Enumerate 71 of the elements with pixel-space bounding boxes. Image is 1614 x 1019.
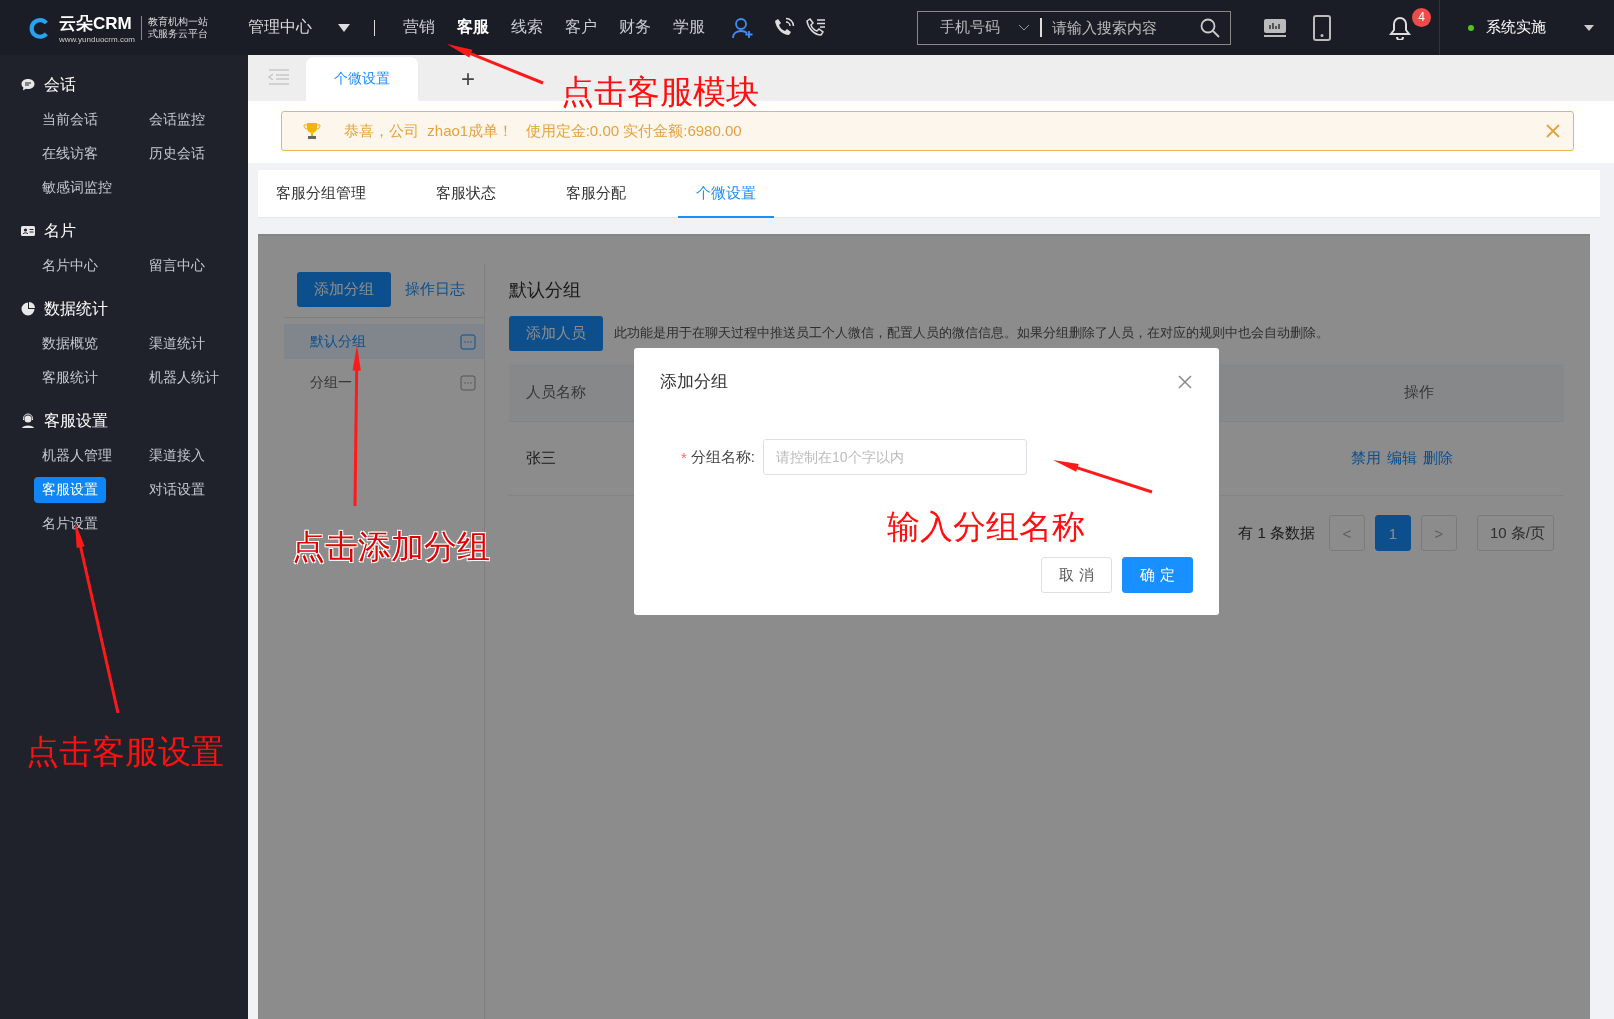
- menu-item[interactable]: 客服统计: [34, 365, 106, 391]
- logo-url: www.yunduocrm.com: [58, 34, 135, 44]
- menu-item[interactable]: 留言中心: [141, 253, 213, 279]
- sub-tab[interactable]: 客服分配: [566, 170, 644, 218]
- trophy-icon: [302, 121, 322, 141]
- menu-item[interactable]: 渠道统计: [141, 331, 213, 357]
- group-name-field[interactable]: 请控制在10个字以内: [763, 439, 1027, 475]
- section-title: 会话: [44, 74, 76, 95]
- hint-text: 此功能是用于在聊天过程中推送员工个人微信，配置人员的微信信息。如果分组删除了人员，在对应的规则中也会自动删除。: [614, 325, 1329, 342]
- group-item[interactable]: 分组一: [284, 365, 484, 400]
- add-user-icon[interactable]: [731, 15, 755, 40]
- menu-item[interactable]: 对话设置: [141, 477, 213, 503]
- logo-name: 云朵CRM: [58, 12, 133, 35]
- field-label: 分组名称:: [690, 447, 755, 467]
- total-count: 有 1 条数据: [1238, 523, 1315, 543]
- menu-item[interactable]: 名片设置: [34, 511, 106, 537]
- notification-badge: 4: [1412, 7, 1431, 27]
- section-title: 客服设置: [44, 410, 108, 431]
- cancel-button[interactable]: 取 消: [1041, 557, 1112, 593]
- annotation-text: 点击客服模块: [561, 72, 759, 112]
- column-header: 操作: [1404, 383, 1434, 402]
- nav-tab[interactable]: 客户: [565, 17, 597, 38]
- notice-text: 恭喜，公司 zhao1成单！ 使用定金:0.00 实付金额:6980.00: [344, 121, 742, 141]
- page-size-select[interactable]: 10 条/页: [1476, 515, 1554, 551]
- headset-person-icon: [20, 413, 36, 429]
- required-mark: *: [681, 448, 687, 466]
- chevron-icon: [1018, 23, 1030, 32]
- search-field[interactable]: 手机号码 请输入搜索内容: [917, 10, 1231, 45]
- id-card-icon: [20, 223, 36, 239]
- nav-tab[interactable]: 线索: [511, 17, 543, 38]
- monitor-icon[interactable]: [1263, 16, 1287, 39]
- menu-item[interactable]: 数据概览: [34, 331, 106, 357]
- menu-item[interactable]: 历史会话: [141, 141, 213, 167]
- nav-tab[interactable]: 客服: [457, 17, 489, 38]
- add-tab-button[interactable]: +: [418, 57, 518, 101]
- close-icon[interactable]: [1177, 373, 1193, 390]
- admin-menu[interactable]: 管理中心: [248, 17, 350, 38]
- annotation-text: 点击添加分组: [292, 527, 490, 567]
- chat-bubble-icon: [20, 77, 36, 93]
- bell-icon[interactable]: [1389, 15, 1411, 40]
- menu-item[interactable]: 在线访客: [34, 141, 106, 167]
- nav-tab[interactable]: 营销: [403, 17, 435, 38]
- logo-tagline: 教育机构一站 式服务云平台: [141, 15, 208, 40]
- search-type-select[interactable]: 手机号码: [940, 18, 1030, 37]
- column-header: 人员名称: [526, 383, 586, 402]
- nav-tab[interactable]: 财务: [619, 17, 651, 38]
- nav-tab[interactable]: 学服: [673, 17, 705, 38]
- table-cell: 张三: [526, 449, 556, 468]
- sub-tab[interactable]: 客服状态: [436, 170, 514, 218]
- annotation-text: 输入分组名称: [887, 507, 1085, 547]
- phone-list-icon[interactable]: [805, 16, 827, 39]
- menu-item[interactable]: 敏感词监控: [34, 175, 120, 201]
- menu-item[interactable]: 机器人统计: [141, 365, 227, 391]
- caret-icon: [1584, 24, 1594, 31]
- section-title: 名片: [44, 220, 76, 241]
- search-icon[interactable]: [1200, 17, 1220, 38]
- menu-item[interactable]: 客服设置: [34, 477, 106, 503]
- menu-item[interactable]: 会话监控: [141, 107, 213, 133]
- group-title: 默认分组: [509, 279, 582, 302]
- section-title: 数据统计: [44, 298, 108, 319]
- menu-item[interactable]: 机器人管理: [34, 443, 120, 469]
- pie-chart-icon: [20, 301, 36, 317]
- tablet-icon[interactable]: [1313, 14, 1331, 41]
- annotation-text: 点击客服设置: [26, 732, 224, 772]
- caret-icon: [338, 23, 350, 32]
- menu-item[interactable]: 当前会话: [34, 107, 106, 133]
- menu-item[interactable]: 名片中心: [34, 253, 106, 279]
- sub-tab[interactable]: 客服分组管理: [276, 170, 384, 218]
- menu-item[interactable]: 渠道接入: [141, 443, 213, 469]
- dialog-title: 添加分组: [660, 371, 728, 393]
- status-dot: [1468, 24, 1474, 31]
